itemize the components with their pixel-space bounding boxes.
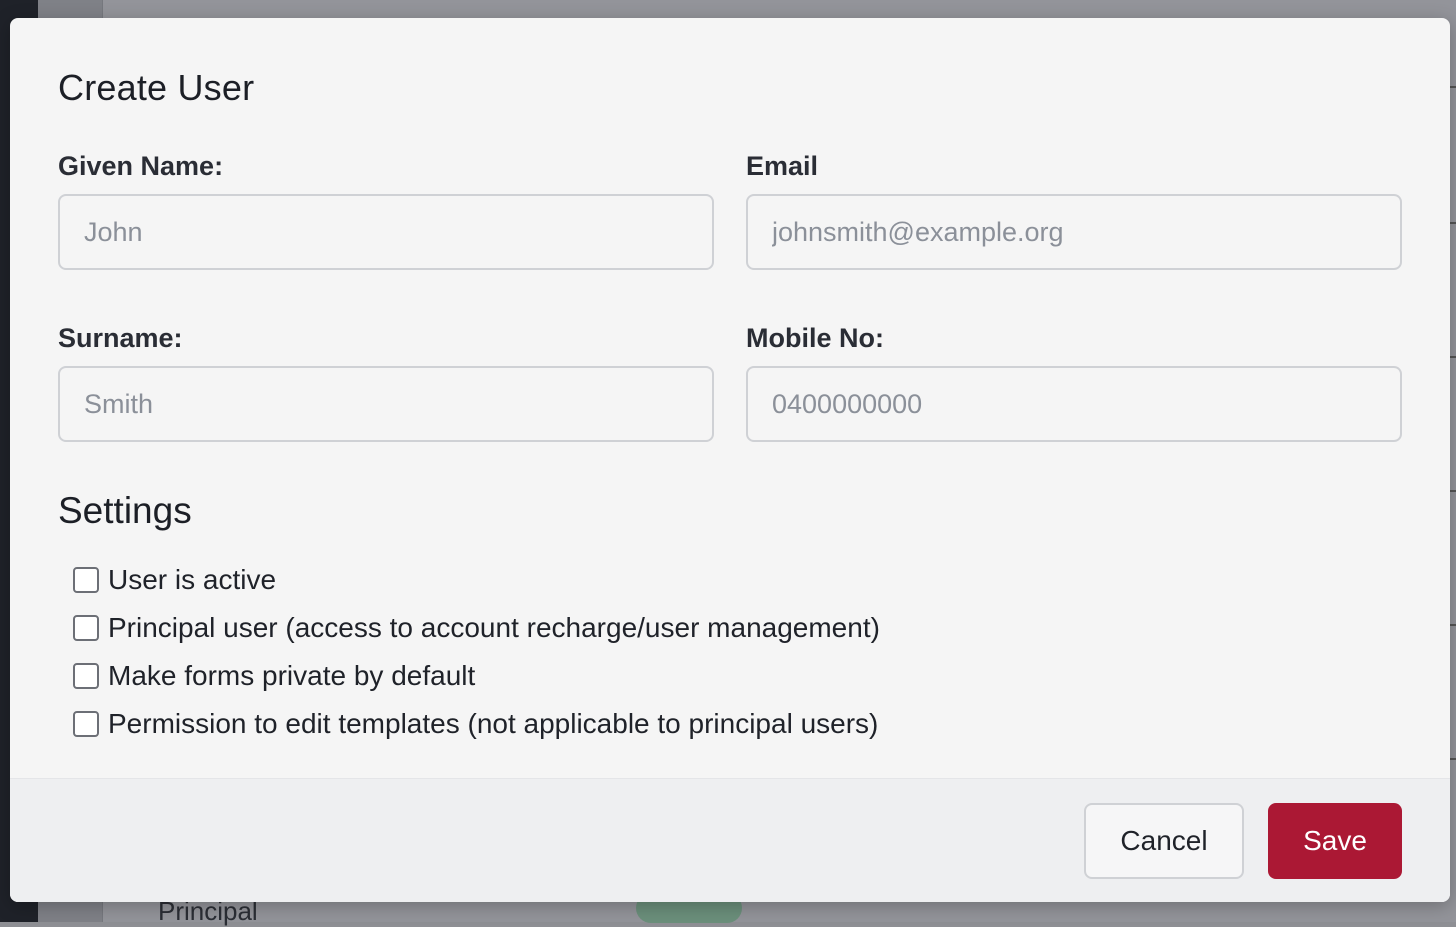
principal-user-label: Principal user (access to account rechar… (108, 612, 880, 643)
private-forms-checkbox[interactable] (73, 663, 99, 689)
setting-private-forms[interactable]: Make forms private by default (73, 659, 475, 693)
given-name-label: Given Name: (58, 151, 224, 181)
surname-label: Surname: (58, 323, 183, 353)
setting-principal-user[interactable]: Principal user (access to account rechar… (73, 611, 880, 645)
save-button[interactable]: Save (1268, 803, 1402, 879)
mobile-label: Mobile No: (746, 323, 884, 353)
create-user-modal: Create User Given Name: Email Surname: M… (10, 18, 1450, 902)
email-label: Email (746, 151, 819, 181)
principal-user-checkbox[interactable] (73, 615, 99, 641)
given-name-input[interactable] (58, 194, 714, 270)
settings-heading: Settings (58, 490, 192, 531)
surname-input[interactable] (58, 366, 714, 442)
user-active-checkbox[interactable] (73, 567, 99, 593)
private-forms-label: Make forms private by default (108, 660, 476, 691)
setting-edit-templates[interactable]: Permission to edit templates (not applic… (73, 707, 878, 741)
user-active-label: User is active (108, 564, 277, 595)
email-input[interactable] (746, 194, 1402, 270)
edit-templates-checkbox[interactable] (73, 711, 99, 737)
edit-templates-label: Permission to edit templates (not applic… (108, 708, 879, 739)
mobile-input[interactable] (746, 366, 1402, 442)
cancel-button[interactable]: Cancel (1084, 803, 1244, 879)
modal-title: Create User (58, 67, 255, 108)
modal-footer: Cancel Save (10, 778, 1450, 902)
setting-user-active[interactable]: User is active (73, 563, 276, 597)
